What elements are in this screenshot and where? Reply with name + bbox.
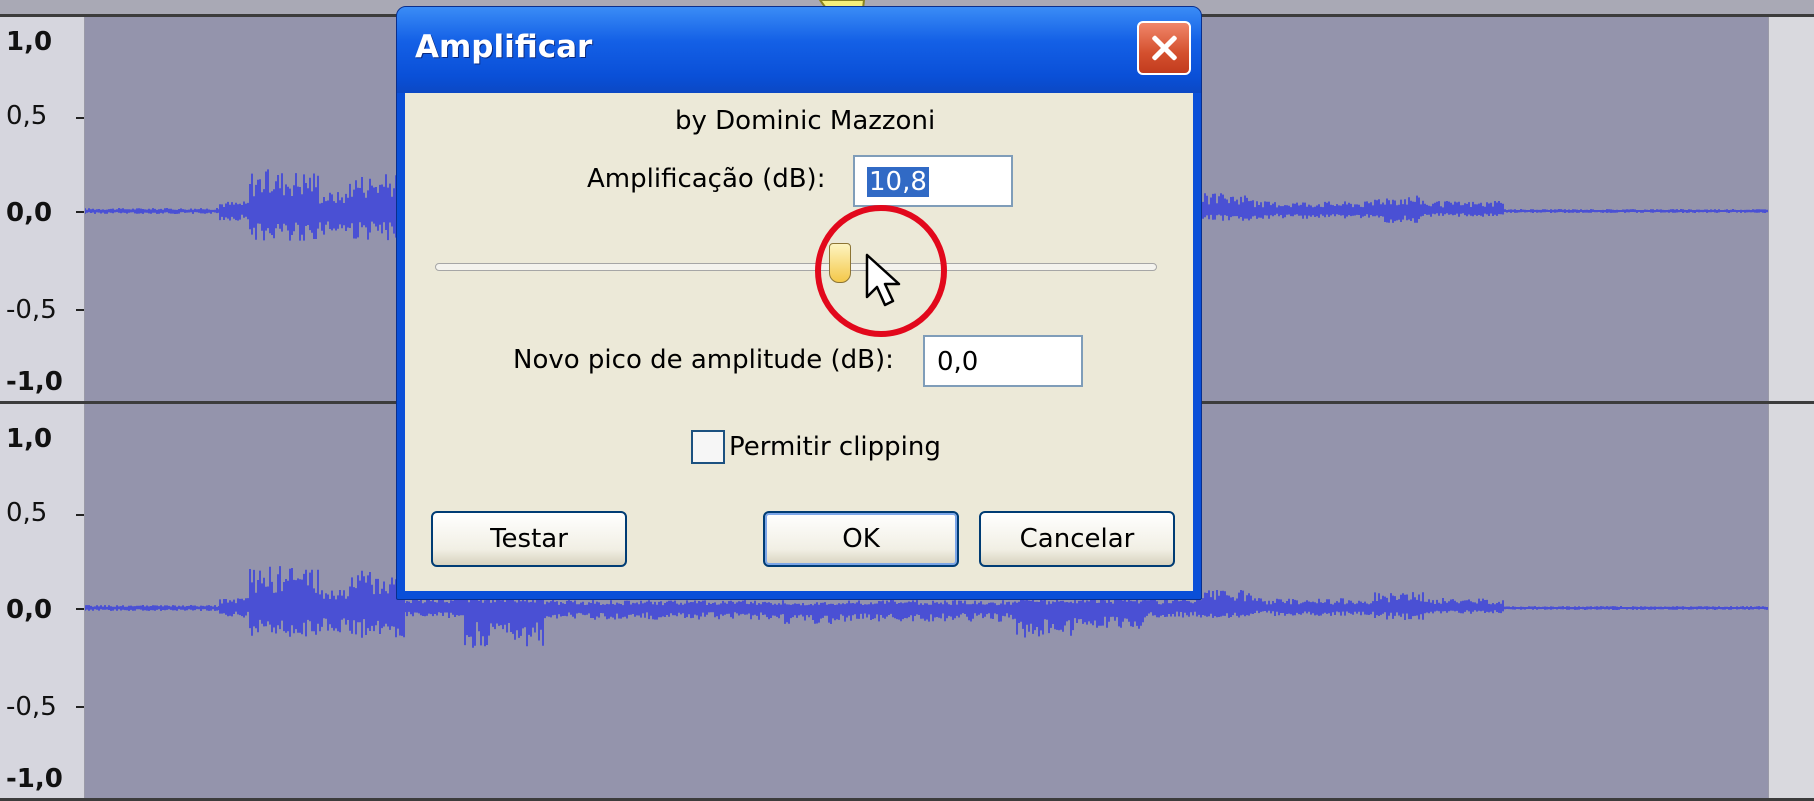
peak-amplitude-input[interactable]: 0,0 bbox=[923, 335, 1083, 387]
ruler-tick bbox=[76, 117, 84, 119]
ruler-tick bbox=[76, 211, 84, 213]
ruler-label: 0,5 bbox=[6, 498, 48, 528]
peak-amplitude-value: 0,0 bbox=[937, 347, 979, 377]
amplification-input[interactable]: 10,8 bbox=[853, 155, 1013, 207]
ruler-tick bbox=[76, 309, 84, 311]
peak-amplitude-label: Novo pico de amplitude (dB): bbox=[513, 345, 894, 375]
ruler-label: 1,0 bbox=[6, 27, 53, 57]
dialog-title-bar[interactable]: Amplificar bbox=[397, 7, 1201, 93]
ruler-tick bbox=[76, 514, 84, 516]
ruler-label: -0,5 bbox=[6, 692, 57, 722]
allow-clipping-label[interactable]: Permitir clipping bbox=[729, 432, 941, 462]
amplify-dialog: Amplificar by Dominic Mazzoni Amplificaç… bbox=[396, 6, 1202, 600]
ruler-label: -1,0 bbox=[6, 367, 63, 397]
cancel-button[interactable]: Cancelar bbox=[979, 511, 1175, 567]
dialog-title: Amplificar bbox=[415, 29, 593, 65]
mouse-cursor-icon bbox=[865, 253, 901, 307]
amplification-slider[interactable] bbox=[435, 263, 1157, 271]
author-label: by Dominic Mazzoni bbox=[675, 106, 936, 136]
preview-button[interactable]: Testar bbox=[431, 511, 627, 567]
ruler-tick bbox=[76, 706, 84, 708]
audacity-window: 1,0 0,5 0,0 -0,5 -1,0 1,0 0,5 0,0 -0,5 -… bbox=[0, 0, 1814, 801]
ok-button[interactable]: OK bbox=[763, 511, 959, 567]
ruler-label: 1,0 bbox=[6, 424, 53, 454]
ruler-tick bbox=[76, 608, 84, 610]
amplification-value: 10,8 bbox=[867, 167, 929, 197]
dialog-body: by Dominic Mazzoni Amplificação (dB): 10… bbox=[405, 93, 1193, 591]
ruler-label: -1,0 bbox=[6, 764, 63, 794]
close-icon[interactable] bbox=[1137, 21, 1191, 75]
track-right-strip bbox=[1768, 17, 1814, 401]
amplitude-ruler: 1,0 0,5 0,0 -0,5 -1,0 bbox=[0, 17, 85, 401]
ruler-label: 0,5 bbox=[6, 101, 48, 131]
allow-clipping-checkbox[interactable] bbox=[691, 430, 725, 464]
track-right-strip bbox=[1768, 404, 1814, 798]
amplification-label: Amplificação (dB): bbox=[587, 164, 826, 194]
ruler-label: -0,5 bbox=[6, 295, 57, 325]
ruler-label: 0,0 bbox=[6, 198, 53, 228]
amplitude-ruler: 1,0 0,5 0,0 -0,5 -1,0 bbox=[0, 404, 85, 798]
ruler-label: 0,0 bbox=[6, 595, 53, 625]
